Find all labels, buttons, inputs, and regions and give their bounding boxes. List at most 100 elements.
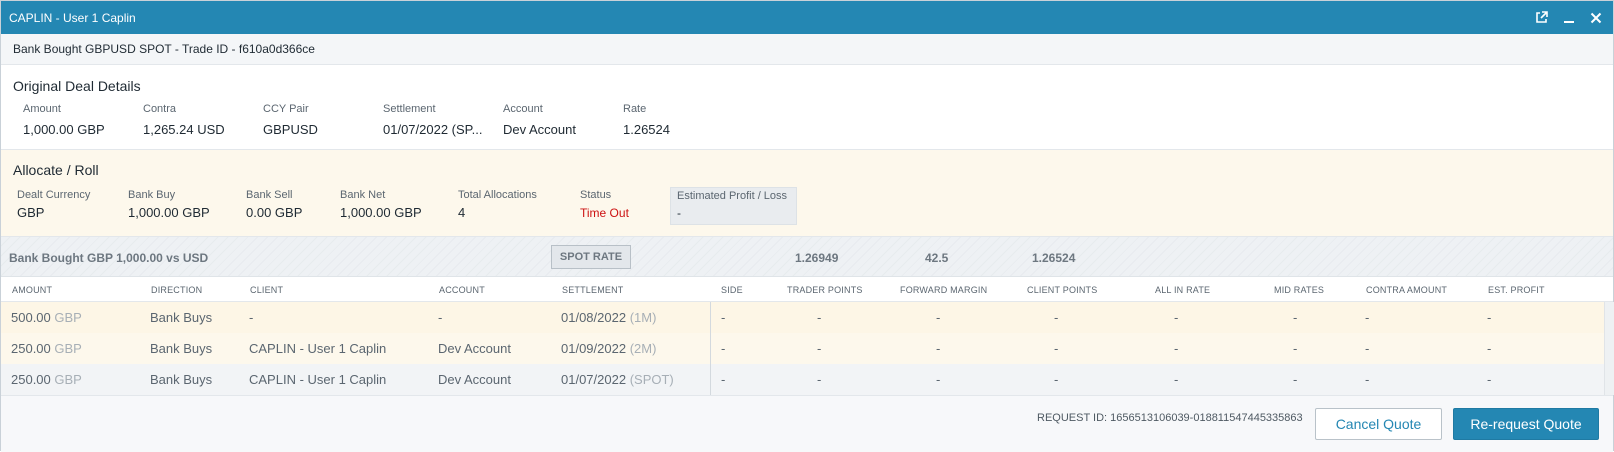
col-forward-margin[interactable]: FORWARD MARGIN — [900, 285, 987, 295]
col-amount[interactable]: AMOUNT — [12, 285, 52, 295]
orig-settlement: Settlement 01/07/2022 (SP... — [383, 103, 483, 137]
col-client[interactable]: CLIENT — [250, 285, 283, 295]
cell-amount: 250.00 GBP — [11, 372, 82, 387]
alloc-bank-buy: Bank Buy 1,000.00 GBP — [128, 189, 210, 220]
alloc-dealt-currency-label: Dealt Currency — [17, 189, 91, 201]
orig-rate-value: 1.26524 — [623, 122, 670, 137]
row-divider — [710, 364, 711, 395]
cell-trader-points: - — [817, 372, 822, 387]
row-divider — [710, 302, 711, 333]
cell-all-in-rate: - — [1174, 341, 1179, 356]
cell-forward-margin: - — [936, 372, 941, 387]
col-client-points[interactable]: CLIENT POINTS — [1027, 285, 1097, 295]
request-id: REQUEST ID: 1656513106039-01881154744533… — [1037, 412, 1303, 424]
orig-ccy-pair-value: GBPUSD — [263, 122, 318, 137]
settlement-tenor: (2M) — [629, 341, 657, 356]
cell-mid-rates: - — [1293, 341, 1298, 356]
orig-amount-label: Amount — [23, 103, 61, 115]
alloc-total-allocations-label: Total Allocations — [458, 189, 537, 201]
cell-client[interactable]: CAPLIN - User 1 Caplin — [249, 341, 386, 356]
cell-account[interactable]: Dev Account — [438, 372, 511, 387]
orig-contra-label: Contra — [143, 103, 177, 115]
col-direction[interactable]: DIRECTION — [151, 285, 202, 295]
cancel-quote-button[interactable]: Cancel Quote — [1315, 408, 1442, 440]
spot-rate-button[interactable]: SPOT RATE — [551, 245, 631, 269]
cell-est-profit: - — [1487, 341, 1492, 356]
alloc-bank-buy-value: 1,000.00 GBP — [128, 205, 210, 220]
estimated-profit-value: - — [677, 206, 681, 220]
cell-client-points: - — [1054, 372, 1059, 387]
orig-ccy-pair: CCY Pair GBPUSD — [263, 103, 318, 137]
orig-account-label: Account — [503, 103, 543, 115]
cell-all-in-rate: - — [1174, 310, 1179, 325]
cell-settlement[interactable]: 01/07/2022 (SPOT) — [561, 372, 674, 387]
cell-mid-rates: - — [1293, 372, 1298, 387]
amount-ccy: GBP — [54, 310, 82, 325]
amount-value: 250.00 — [11, 341, 51, 356]
orig-contra-value: 1,265.24 USD — [143, 122, 225, 137]
original-deal-section: Original Deal Details Amount 1,000.00 GB… — [1, 65, 1613, 150]
cell-amount: 250.00 GBP — [11, 341, 82, 356]
cell-side: - — [721, 341, 726, 356]
close-icon[interactable] — [1588, 10, 1603, 25]
col-contra-amount[interactable]: CONTRA AMOUNT — [1366, 285, 1447, 295]
cell-side: - — [721, 310, 726, 325]
minimize-icon[interactable] — [1561, 10, 1576, 25]
orig-rate-label: Rate — [623, 103, 647, 115]
amount-ccy: GBP — [54, 372, 82, 387]
cell-client[interactable]: - — [249, 310, 253, 325]
orig-amount-value: 1,000.00 GBP — [23, 122, 105, 137]
cell-est-profit: - — [1487, 310, 1492, 325]
cell-client-points: - — [1054, 310, 1059, 325]
settlement-date: 01/08/2022 — [561, 310, 627, 325]
table-row[interactable]: 250.00 GBP Bank Buys CAPLIN - User 1 Cap… — [1, 364, 1604, 395]
cell-client[interactable]: CAPLIN - User 1 Caplin — [249, 372, 386, 387]
cell-settlement[interactable]: 01/09/2022 (2M) — [561, 341, 656, 356]
table-row[interactable]: 250.00 GBP Bank Buys CAPLIN - User 1 Cap… — [1, 333, 1604, 364]
cell-settlement[interactable]: 01/08/2022 (1M) — [561, 310, 656, 325]
alloc-bank-sell-value: 0.00 GBP — [246, 205, 303, 220]
cell-amount: 500.00 GBP — [11, 310, 82, 325]
orig-rate: Rate 1.26524 — [623, 103, 670, 137]
estimated-profit-box: Estimated Profit / Loss - — [670, 187, 797, 225]
footer-bar: REQUEST ID: 1656513106039-01881154744533… — [1, 395, 1613, 452]
col-all-in-rate[interactable]: ALL IN RATE — [1155, 285, 1210, 295]
title-bar[interactable]: CAPLIN - User 1 Caplin — [1, 1, 1613, 34]
alloc-status-label: Status — [580, 189, 612, 201]
alloc-bank-net: Bank Net 1,000.00 GBP — [340, 189, 422, 220]
cell-account[interactable]: - — [438, 310, 442, 325]
col-side[interactable]: SIDE — [721, 285, 743, 295]
re-request-quote-button[interactable]: Re-request Quote — [1453, 408, 1599, 440]
col-est-profit[interactable]: EST. PROFIT — [1488, 285, 1545, 295]
allocation-table-header: AMOUNT DIRECTION CLIENT ACCOUNT SETTLEME… — [1, 277, 1613, 302]
orig-ccy-pair-label: CCY Pair — [263, 103, 309, 115]
col-trader-points[interactable]: TRADER POINTS — [787, 285, 863, 295]
trade-window: CAPLIN - User 1 Caplin Bank Bought GBPUS… — [0, 0, 1614, 452]
alloc-total-allocations: Total Allocations 4 — [458, 189, 537, 220]
col-settlement[interactable]: SETTLEMENT — [562, 285, 624, 295]
estimated-profit-label: Estimated Profit / Loss — [677, 190, 788, 202]
cell-direction: Bank Buys — [150, 372, 213, 387]
summary-points-value: 42.5 — [925, 251, 949, 265]
alloc-status: Status Time Out — [580, 189, 629, 220]
table-row[interactable]: 500.00 GBP Bank Buys - - 01/08/2022 (1M)… — [1, 302, 1604, 333]
settlement-tenor: (SPOT) — [629, 372, 674, 387]
popout-icon[interactable] — [1534, 10, 1549, 25]
cell-forward-margin: - — [936, 310, 941, 325]
cell-account[interactable]: Dev Account — [438, 341, 511, 356]
cell-direction: Bank Buys — [150, 341, 213, 356]
orig-amount: Amount 1,000.00 GBP — [23, 103, 105, 137]
amount-value: 250.00 — [11, 372, 51, 387]
cell-trader-points: - — [817, 310, 822, 325]
row-divider — [710, 333, 711, 364]
cell-client-points: - — [1054, 341, 1059, 356]
cell-direction: Bank Buys — [150, 310, 213, 325]
col-mid-rates[interactable]: MID RATES — [1274, 285, 1324, 295]
table-scrollbar[interactable] — [1604, 302, 1614, 395]
settlement-date: 01/07/2022 — [561, 372, 627, 387]
orig-contra: Contra 1,265.24 USD — [143, 103, 225, 137]
alloc-bank-net-value: 1,000.00 GBP — [340, 205, 422, 220]
summary-bar: Bank Bought GBP 1,000.00 vs USD SPOT RAT… — [1, 236, 1613, 277]
alloc-status-value: Time Out — [580, 206, 629, 220]
col-account[interactable]: ACCOUNT — [439, 285, 485, 295]
